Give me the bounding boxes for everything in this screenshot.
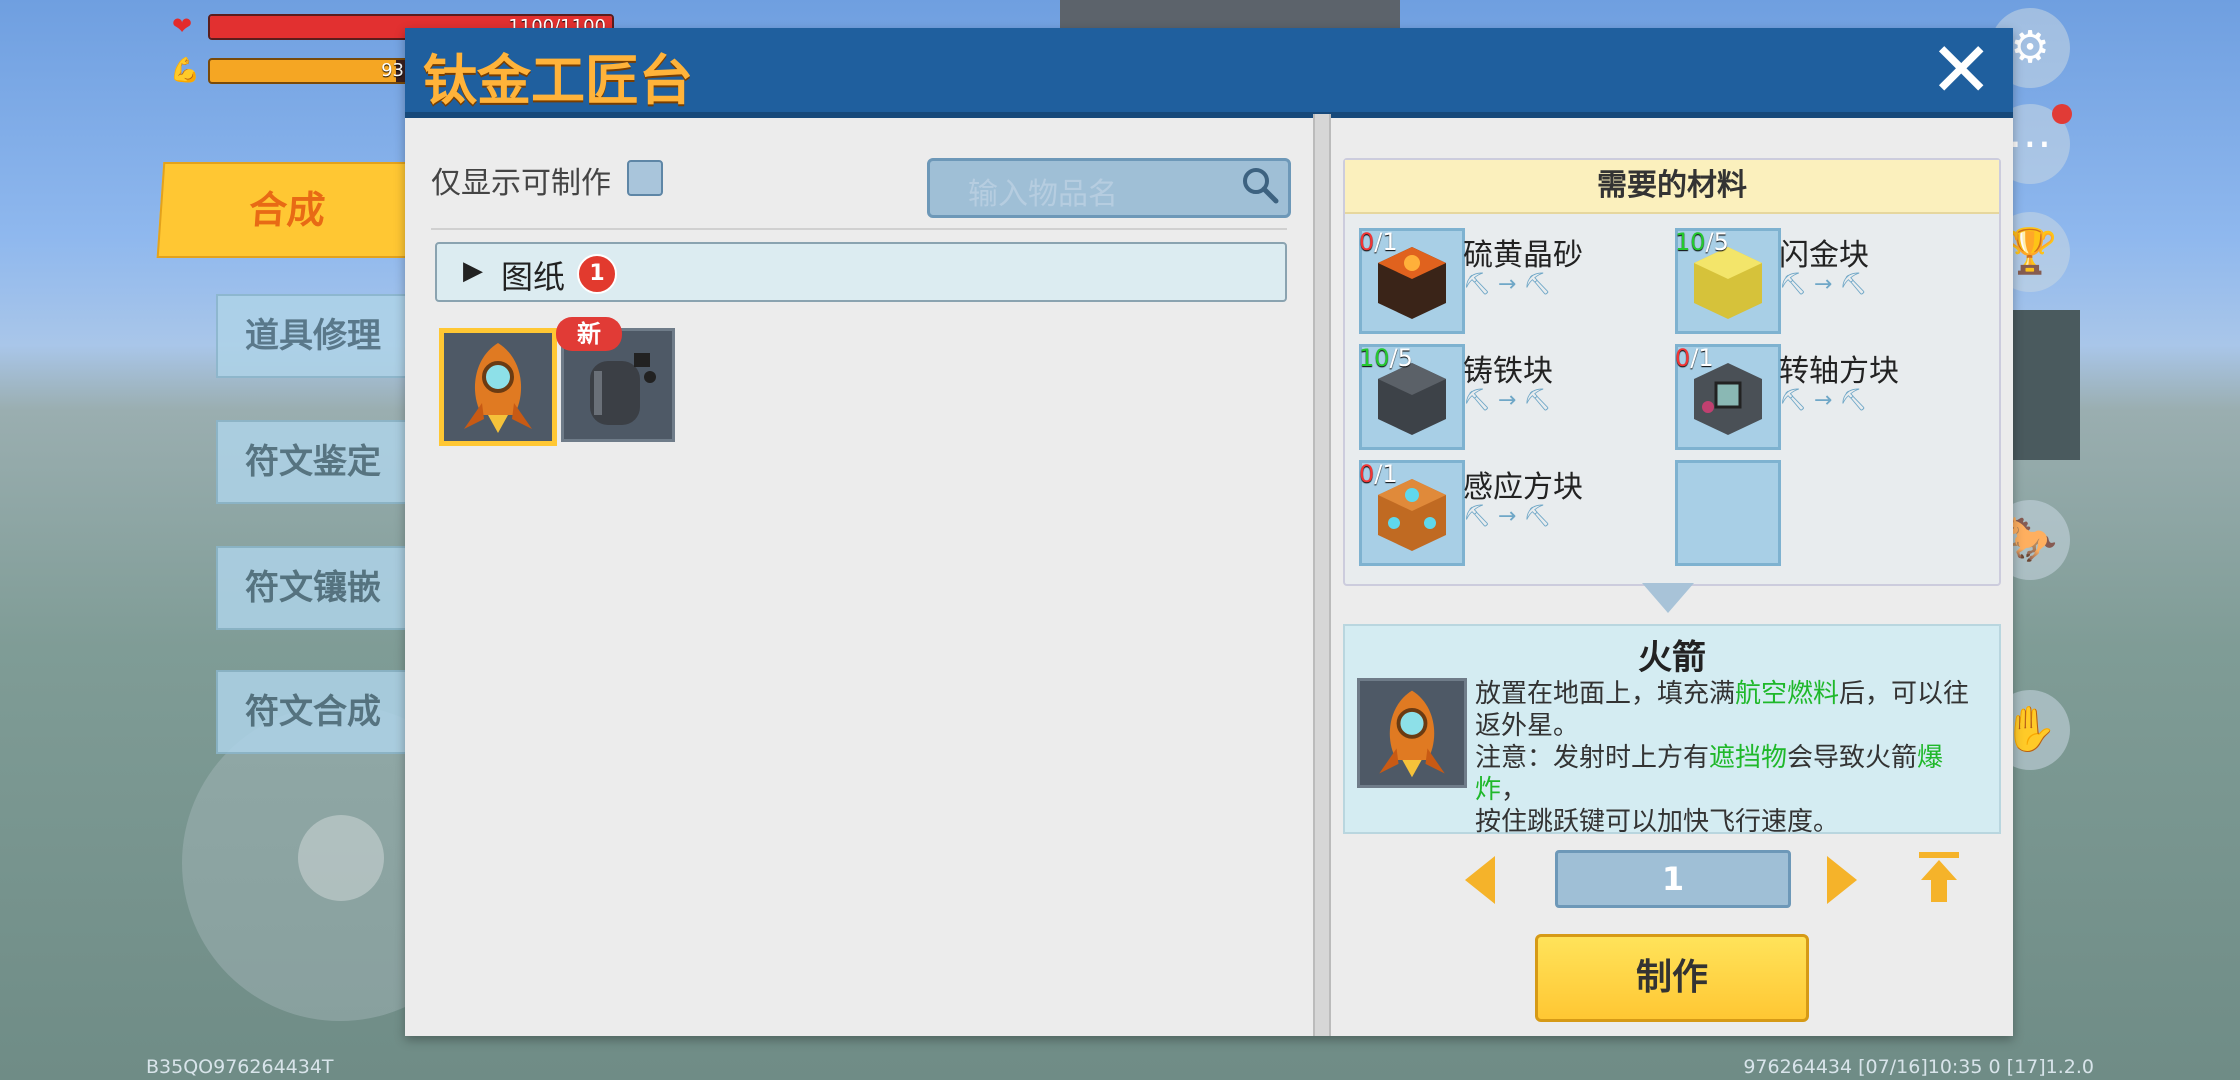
material-item[interactable]: 0/1 转轴方块 ⛏ → ⛏ (1675, 344, 1985, 452)
result-description: 火箭 放置在地面上，填充满航空燃料后，可以往返外星。 注意：发射时上方有遮挡物会… (1343, 624, 2001, 837)
material-item[interactable]: 0/1 硫黄晶砂 ⛏ → ⛏ (1359, 228, 1669, 336)
crafting-panel: 钛金工匠台 ✕ 仅显示可制作 输入物品名 ▶ 图纸 1 新 需要的材料 0/1 … (405, 28, 2013, 1036)
recipe-slot-rocket[interactable] (439, 328, 557, 446)
material-name: 感应方块 (1463, 470, 1583, 505)
recipe-detail-pane: 需要的材料 0/1 硫黄晶砂 ⛏ → ⛏ 10/5 闪金块 ⛏ → ⛏ 10/5… (1329, 118, 2013, 1036)
quantity-field[interactable]: 1 (1555, 850, 1791, 908)
quantity-selector: 1 (1329, 848, 2013, 908)
folder-count-badge: 1 (577, 254, 617, 294)
hunger-bar: 93 (208, 58, 412, 84)
tab-item-repair[interactable]: 道具修理 (216, 294, 410, 378)
material-name: 闪金块 (1779, 238, 1869, 273)
empty-material-slot (1675, 460, 1985, 568)
max-quantity-icon[interactable] (1917, 850, 1961, 904)
materials-box: 需要的材料 0/1 硫黄晶砂 ⛏ → ⛏ 10/5 闪金块 ⛏ → ⛏ 10/5… (1343, 158, 2001, 586)
material-item[interactable]: 0/1 感应方块 ⛏ → ⛏ (1359, 460, 1669, 568)
tab-rune-inlay[interactable]: 符文镶嵌 (216, 546, 410, 630)
material-item[interactable]: 10/5 闪金块 ⛏ → ⛏ (1675, 228, 1985, 336)
arm-strength-icon: 💪 (170, 56, 200, 84)
empty-slot (1675, 460, 1781, 566)
divider-line (431, 228, 1287, 230)
material-name: 铸铁块 (1463, 354, 1553, 389)
material-count: 0/1 (1359, 460, 1398, 488)
material-count: 10/5 (1675, 228, 1729, 256)
materials-header: 需要的材料 (1345, 160, 1999, 214)
tab-rune-identify[interactable]: 符文鉴定 (216, 420, 410, 504)
search-placeholder: 输入物品名 (968, 177, 1118, 212)
tab-rune-merge[interactable]: 符文合成 (216, 670, 410, 754)
arrow-down-icon (1642, 583, 1694, 613)
tool-upgrade-icon: ⛏ → ⛏ (1779, 272, 1868, 297)
tool-upgrade-icon: ⛏ → ⛏ (1463, 272, 1552, 297)
rocket-icon (1357, 678, 1467, 788)
panel-header: 钛金工匠台 ✕ (405, 28, 2013, 118)
folder-label: 图纸 (501, 258, 566, 296)
result-title: 火箭 (1638, 638, 1706, 678)
joystick-knob[interactable] (298, 815, 384, 901)
heart-icon: ❤ (172, 12, 193, 40)
material-count: 0/1 (1675, 344, 1714, 372)
search-input[interactable]: 输入物品名 (927, 158, 1291, 218)
expand-triangle-icon: ▶ (463, 256, 483, 286)
material-count: 10/5 (1359, 344, 1413, 372)
hunger-text: 93 (381, 60, 404, 81)
result-description-text: 放置在地面上，填充满航空燃料后，可以往返外星。 注意：发射时上方有遮挡物会导致火… (1475, 679, 1970, 837)
blueprint-folder[interactable]: ▶ 图纸 1 (435, 242, 1287, 302)
decrease-arrow-icon[interactable] (1465, 856, 1495, 904)
tool-upgrade-icon: ⛏ → ⛏ (1463, 504, 1552, 529)
material-item[interactable]: 10/5 铸铁块 ⛏ → ⛏ (1359, 344, 1669, 452)
material-count: 0/1 (1359, 228, 1398, 256)
tool-upgrade-icon: ⛏ → ⛏ (1779, 388, 1868, 413)
material-name: 硫黄晶砂 (1463, 238, 1583, 273)
hunger-fill (210, 60, 396, 82)
version-text: 976264434 [07/16]10:35 0 [17]1.2.0 (1743, 1056, 2094, 1078)
notification-dot (2052, 104, 2072, 124)
panel-title: 钛金工匠台 (423, 49, 693, 112)
recipe-slot-fuel-tank[interactable]: 新 (556, 317, 675, 442)
player-id-text: B35QO976264434T (146, 1056, 334, 1078)
scenery-pillar (2010, 310, 2080, 460)
material-name: 转轴方块 (1779, 354, 1899, 389)
only-craftable-label: 仅显示可制作 (431, 166, 611, 201)
new-badge: 新 (556, 317, 622, 351)
tool-upgrade-icon: ⛏ → ⛏ (1463, 388, 1552, 413)
make-button[interactable]: 制作 (1535, 934, 1809, 1022)
only-craftable-checkbox[interactable] (627, 160, 663, 196)
tab-craft[interactable]: 合成 (156, 162, 418, 258)
recipe-list-pane: 仅显示可制作 输入物品名 ▶ 图纸 1 新 (405, 118, 1313, 1036)
search-icon[interactable] (1240, 165, 1280, 205)
rocket-icon (464, 343, 532, 433)
increase-arrow-icon[interactable] (1827, 856, 1857, 904)
close-button[interactable]: ✕ (1929, 32, 1993, 108)
